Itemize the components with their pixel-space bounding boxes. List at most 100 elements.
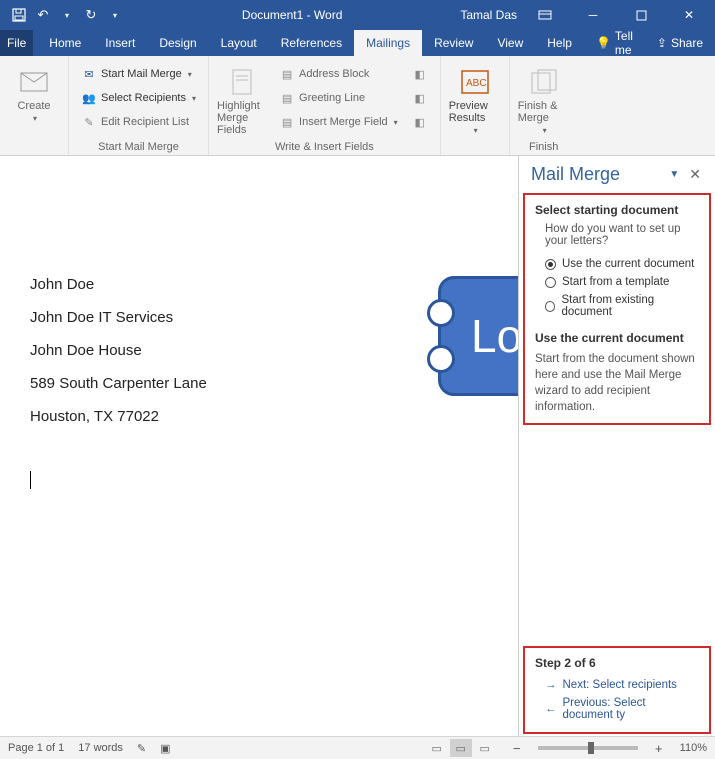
tab-layout[interactable]: Layout bbox=[209, 30, 269, 56]
tell-me-button[interactable]: 💡 Tell me bbox=[584, 30, 645, 56]
macro-icon[interactable]: ▣ bbox=[160, 742, 170, 755]
pane-header: Mail Merge ▼ ✕ bbox=[519, 156, 715, 191]
start-mail-merge-button[interactable]: ✉Start Mail Merge▾ bbox=[77, 64, 200, 84]
undo-icon[interactable]: ↶ bbox=[34, 6, 52, 24]
tab-references[interactable]: References bbox=[269, 30, 354, 56]
tab-review[interactable]: Review bbox=[422, 30, 485, 56]
sub-title: Use the current document bbox=[535, 331, 699, 345]
page-indicator[interactable]: Page 1 of 1 bbox=[8, 742, 64, 754]
ribbon: Create ▾ ✉Start Mail Merge▾ 👥Select Reci… bbox=[0, 56, 715, 156]
tab-help[interactable]: Help bbox=[535, 30, 584, 56]
address-line: 589 South Carpenter Lane bbox=[30, 375, 508, 392]
user-area: Tamal Das ─ ✕ bbox=[460, 0, 715, 30]
radio-use-current[interactable]: Use the current document bbox=[535, 255, 699, 273]
preview-results-button[interactable]: ABC Preview Results ▾ bbox=[449, 60, 501, 135]
tab-file[interactable]: File bbox=[0, 30, 33, 56]
share-button[interactable]: ⇪Share bbox=[645, 30, 715, 56]
section-question: How do you want to set up your letters? bbox=[535, 223, 699, 247]
prev-step-link[interactable]: ←Previous: Select document ty bbox=[535, 694, 699, 724]
qat-customize-icon[interactable]: ▾ bbox=[106, 6, 124, 24]
group-preview-results: ABC Preview Results ▾ bbox=[441, 56, 510, 155]
preview-icon: ABC bbox=[459, 66, 491, 98]
share-label: Share bbox=[671, 36, 703, 50]
chevron-down-icon: ▾ bbox=[188, 70, 192, 79]
address-block-button[interactable]: ▤Address Block bbox=[275, 64, 402, 84]
start-mm-label: Start Mail Merge bbox=[101, 68, 182, 80]
address-line: John Doe bbox=[30, 276, 508, 293]
create-envelopes-button[interactable]: Create ▾ bbox=[8, 60, 60, 123]
step-indicator: Step 2 of 6 bbox=[535, 656, 699, 670]
finish-merge-button[interactable]: Finish & Merge ▾ bbox=[518, 60, 570, 135]
zoom-slider[interactable] bbox=[538, 746, 638, 750]
radio-icon bbox=[545, 277, 556, 288]
status-bar: Page 1 of 1 17 words ✎ ▣ ▭ ▭ ▭ − + 110% bbox=[0, 736, 715, 759]
group-startmm-label: Start Mail Merge bbox=[77, 139, 200, 153]
chevron-down-icon: ▾ bbox=[543, 126, 547, 135]
zoom-in-button[interactable]: + bbox=[652, 741, 666, 756]
chevron-down-icon: ▾ bbox=[192, 94, 196, 103]
highlight-label: Highlight Merge Fields bbox=[217, 100, 269, 136]
arrow-right-icon: → bbox=[545, 679, 557, 691]
highlight-merge-fields-button[interactable]: Highlight Merge Fields bbox=[217, 60, 269, 136]
tab-home[interactable]: Home bbox=[37, 30, 93, 56]
address-label: Address Block bbox=[299, 68, 369, 80]
zoom-level[interactable]: 110% bbox=[680, 742, 707, 754]
edit-list-icon: ✎ bbox=[81, 114, 97, 130]
minimize-button[interactable]: ─ bbox=[573, 0, 613, 30]
document-area[interactable]: John Doe John Doe IT Services John Doe H… bbox=[0, 156, 519, 736]
redo-icon[interactable]: ↻ bbox=[82, 6, 100, 24]
greeting-line-button[interactable]: ▤Greeting Line bbox=[275, 88, 402, 108]
tell-me-label: Tell me bbox=[615, 29, 633, 57]
ribbon-display-icon[interactable] bbox=[525, 0, 565, 30]
chevron-down-icon: ▾ bbox=[474, 126, 478, 135]
print-layout-button[interactable]: ▭ bbox=[450, 739, 472, 757]
envelope-icon bbox=[18, 66, 50, 98]
maximize-button[interactable] bbox=[621, 0, 661, 30]
next-step-link[interactable]: → Next: Select recipients bbox=[535, 676, 699, 694]
rules-button[interactable]: ◧ bbox=[408, 64, 432, 84]
pane-document-section: Select starting document How do you want… bbox=[523, 193, 711, 425]
next-label: Next: Select recipients bbox=[563, 679, 677, 691]
radio-icon bbox=[545, 259, 556, 270]
zoom-thumb[interactable] bbox=[588, 742, 594, 754]
zoom-out-button[interactable]: − bbox=[510, 741, 524, 756]
web-layout-button[interactable]: ▭ bbox=[474, 739, 496, 757]
pane-dropdown-icon[interactable]: ▼ bbox=[663, 169, 685, 180]
close-button[interactable]: ✕ bbox=[669, 0, 709, 30]
group-create-label bbox=[8, 151, 60, 153]
radio-from-existing[interactable]: Start from existing document bbox=[535, 291, 699, 321]
pane-close-button[interactable]: ✕ bbox=[685, 166, 705, 183]
user-name[interactable]: Tamal Das bbox=[460, 8, 517, 22]
update-labels-button[interactable]: ◧ bbox=[408, 112, 432, 132]
lightbulb-icon: 💡 bbox=[596, 36, 611, 50]
insert-merge-field-button[interactable]: ▤Insert Merge Field▾ bbox=[275, 112, 402, 132]
greeting-label: Greeting Line bbox=[299, 92, 365, 104]
save-icon[interactable] bbox=[10, 6, 28, 24]
tab-design[interactable]: Design bbox=[147, 30, 208, 56]
edit-recipient-list-button[interactable]: ✎Edit Recipient List bbox=[77, 112, 200, 132]
highlight-icon bbox=[227, 66, 259, 98]
match-fields-button[interactable]: ◧ bbox=[408, 88, 432, 108]
radio-from-template[interactable]: Start from a template bbox=[535, 273, 699, 291]
tab-view[interactable]: View bbox=[485, 30, 535, 56]
match-icon: ◧ bbox=[412, 90, 428, 106]
finish-label: Finish & Merge bbox=[518, 100, 570, 124]
chevron-down-icon: ▾ bbox=[33, 114, 37, 123]
pane-spacer bbox=[519, 427, 715, 644]
undo-dropdown-icon[interactable]: ▾ bbox=[58, 6, 76, 24]
document-page: John Doe John Doe IT Services John Doe H… bbox=[0, 156, 519, 736]
spellcheck-icon[interactable]: ✎ bbox=[137, 742, 146, 755]
prev-label: Previous: Select document ty bbox=[563, 697, 700, 721]
tab-insert[interactable]: Insert bbox=[93, 30, 147, 56]
insert-field-label: Insert Merge Field bbox=[299, 116, 388, 128]
word-count[interactable]: 17 words bbox=[78, 742, 123, 754]
tab-mailings[interactable]: Mailings bbox=[354, 30, 422, 56]
read-mode-button[interactable]: ▭ bbox=[426, 739, 448, 757]
pane-title: Mail Merge bbox=[531, 164, 663, 185]
select-recipients-button[interactable]: 👥Select Recipients▾ bbox=[77, 88, 200, 108]
radio-label: Use the current document bbox=[562, 258, 694, 270]
group-write-label: Write & Insert Fields bbox=[217, 139, 432, 153]
view-buttons: ▭ ▭ ▭ bbox=[426, 739, 496, 757]
logo-text: Log bbox=[471, 309, 519, 363]
pane-step-section: Step 2 of 6 → Next: Select recipients ←Pr… bbox=[523, 646, 711, 734]
